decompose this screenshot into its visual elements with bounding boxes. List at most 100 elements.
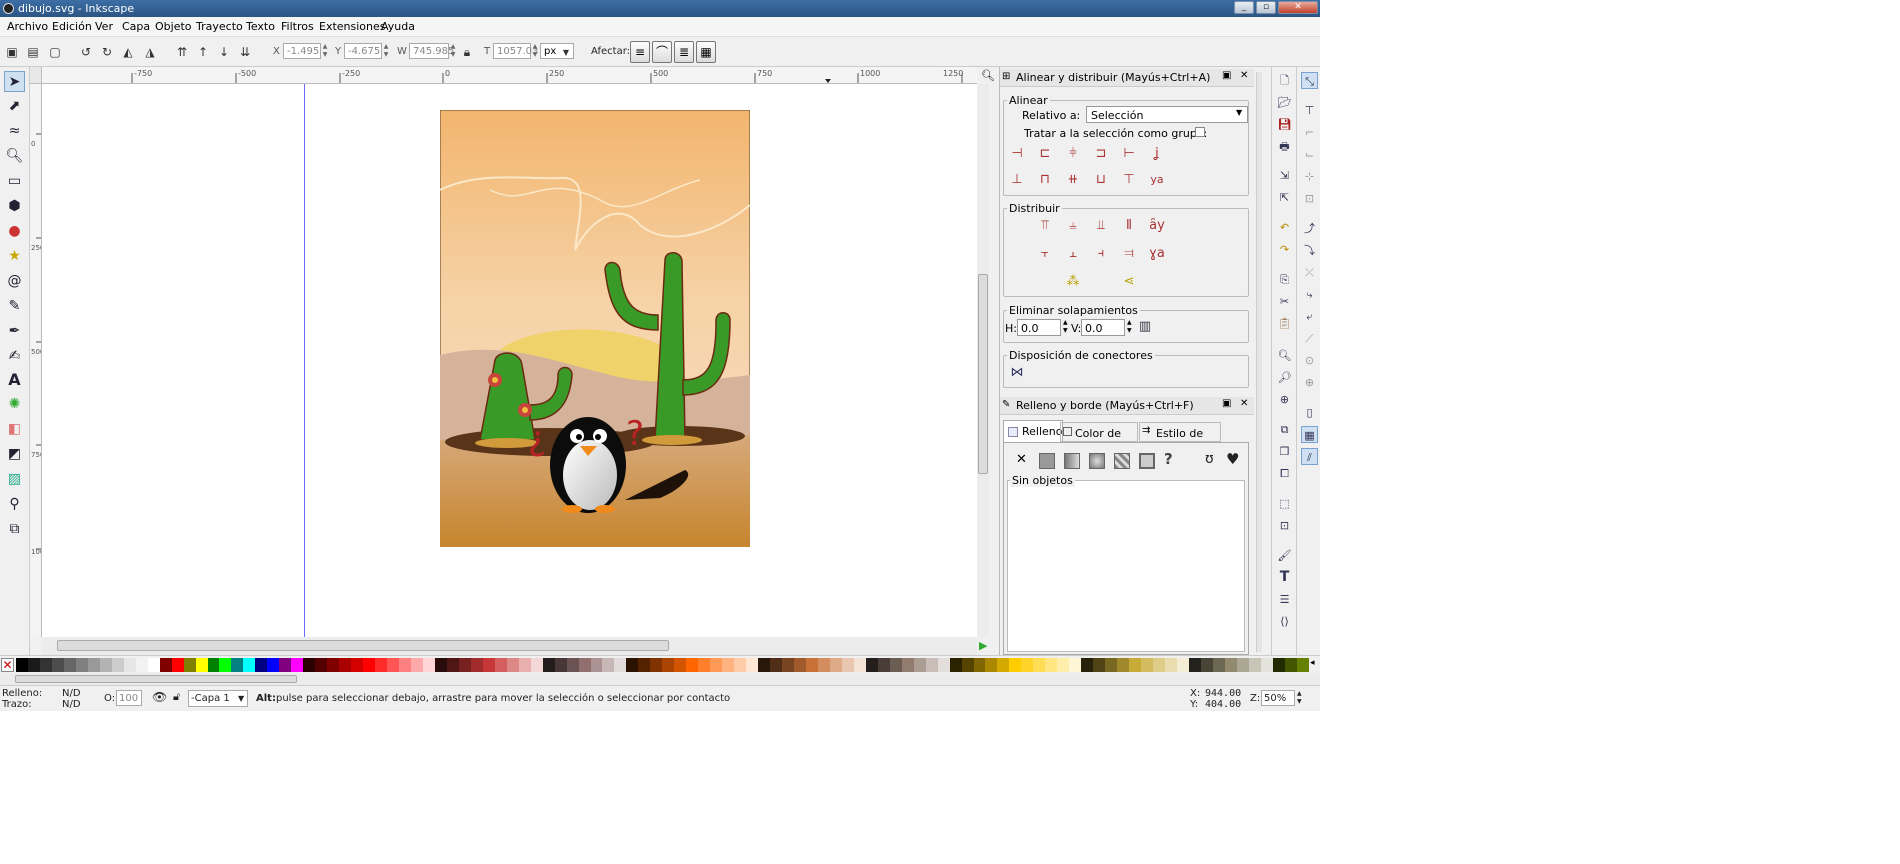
panel-close-icon[interactable]: ✕ xyxy=(1240,398,1248,409)
color-swatch[interactable] xyxy=(171,658,184,672)
chevron-down-icon[interactable]: ▼ xyxy=(560,45,572,59)
align-left-edges-icon[interactable]: ⊏ xyxy=(1034,143,1056,165)
node-tool-icon[interactable]: ⬈ xyxy=(4,96,25,117)
new-document-icon[interactable]: 🗋 xyxy=(1276,72,1293,89)
treat-as-group-checkbox[interactable] xyxy=(1195,127,1205,137)
menu-texto[interactable]: Texto xyxy=(246,20,275,33)
x-spinner[interactable]: ▲ ▼ xyxy=(321,43,329,59)
open-icon[interactable]: 📂︎ xyxy=(1276,94,1293,111)
color-swatch[interactable] xyxy=(255,658,268,672)
color-swatch[interactable] xyxy=(1284,658,1297,672)
menu-ver[interactable]: Ver xyxy=(95,20,113,33)
unset-paint-icon[interactable]: ? xyxy=(1164,450,1173,468)
deselect-icon[interactable]: ▢ xyxy=(47,44,63,60)
height-input[interactable]: 1057.03 xyxy=(493,43,538,59)
color-swatch[interactable] xyxy=(925,658,938,672)
color-swatch[interactable] xyxy=(877,658,890,672)
snap-intersections-icon[interactable]: ⤫ xyxy=(1301,264,1318,281)
no-paint-icon[interactable]: ✕ xyxy=(1016,452,1027,467)
text-font-icon[interactable]: T xyxy=(1276,569,1293,586)
color-swatch[interactable] xyxy=(913,658,926,672)
color-swatch[interactable] xyxy=(494,658,507,672)
no-color-swatch[interactable]: ✕ xyxy=(1,658,14,672)
color-swatch[interactable] xyxy=(243,658,256,672)
color-swatch[interactable] xyxy=(949,658,962,672)
lock-icon[interactable]: 🔒︎ xyxy=(459,44,475,60)
randomize-positions-icon[interactable]: ⁂ xyxy=(1062,271,1084,293)
distribute-gaps-v-icon[interactable]: ⫤ xyxy=(1118,243,1140,265)
flip-vertical-icon[interactable]: ◮ xyxy=(142,44,158,60)
color-swatch[interactable] xyxy=(1224,658,1237,672)
tweak-tool-icon[interactable]: ≈ xyxy=(4,121,25,142)
selector-tool-icon[interactable]: ➤ xyxy=(4,71,25,92)
zoom-selection-icon[interactable]: 🔍︎ xyxy=(1276,347,1293,364)
align-baselines-icon[interactable]: ya xyxy=(1146,169,1168,191)
connector-network-icon[interactable]: ⋈ xyxy=(1006,362,1028,384)
fill-stroke-icon[interactable]: 🖌︎ xyxy=(1276,547,1293,564)
color-managed-icon[interactable]: ▶ xyxy=(979,639,987,652)
color-swatch[interactable] xyxy=(1129,658,1142,672)
eye-icon[interactable]: 👁︎ xyxy=(152,690,167,704)
color-swatch[interactable] xyxy=(530,658,543,672)
color-swatch[interactable] xyxy=(1141,658,1154,672)
color-swatch[interactable] xyxy=(1009,658,1022,672)
align-bottom-edges-icon[interactable]: ⊔ xyxy=(1090,169,1112,191)
desert-illustration[interactable]: ¿ ? xyxy=(440,110,750,547)
remove-overlaps-icon[interactable]: ▥ xyxy=(1134,316,1156,338)
color-swatch[interactable] xyxy=(1033,658,1046,672)
color-swatch[interactable] xyxy=(770,658,782,672)
color-swatch[interactable] xyxy=(1105,658,1118,672)
distribute-centers-h-icon[interactable]: ⫨ xyxy=(1062,215,1084,237)
zoom-page-icon[interactable]: ⊕ xyxy=(1276,391,1293,408)
zoom-drawing-icon[interactable]: 🔎︎ xyxy=(1276,369,1293,386)
snap-midpoints-icon[interactable]: ⟋ xyxy=(1301,330,1318,347)
color-swatch[interactable] xyxy=(578,658,591,672)
lower-icon[interactable]: ↓ xyxy=(216,44,232,60)
color-swatch[interactable] xyxy=(39,658,52,672)
save-icon[interactable]: 💾︎ xyxy=(1276,116,1293,133)
color-swatch[interactable] xyxy=(51,658,64,672)
raise-icon[interactable]: ↑ xyxy=(195,44,211,60)
color-swatch[interactable] xyxy=(698,658,711,672)
palette-menu-icon[interactable]: ◂ xyxy=(1310,658,1315,668)
paste-icon[interactable]: 📋︎ xyxy=(1276,315,1293,332)
color-swatch[interactable] xyxy=(590,658,603,672)
redo-icon[interactable]: ↷ xyxy=(1276,241,1293,258)
spray-tool-icon[interactable]: ✺ xyxy=(4,394,25,415)
color-swatch[interactable] xyxy=(1117,658,1130,672)
align-bottom-to-top-icon[interactable]: ⊥ xyxy=(1006,169,1028,191)
import-icon[interactable]: ⇲ xyxy=(1276,167,1293,184)
color-swatch[interactable] xyxy=(686,658,699,672)
horizontal-scrollbar[interactable]: ▶ xyxy=(42,637,987,655)
color-swatch[interactable] xyxy=(219,658,232,672)
color-swatch[interactable] xyxy=(817,658,830,672)
zoom-spinner[interactable]: ▲ ▼ xyxy=(1297,690,1302,706)
tab-estilo-de-trazo[interactable]: Estilo de trazo xyxy=(1139,422,1221,453)
lock-icon[interactable]: 🔓︎ xyxy=(173,690,180,704)
distribute-baselines-icon[interactable]: ɣa xyxy=(1146,243,1168,265)
snap-enable-icon[interactable]: ⤡ xyxy=(1301,72,1318,89)
snap-bbox-center-icon[interactable]: ⊡ xyxy=(1301,190,1318,207)
color-swatch[interactable] xyxy=(351,658,364,672)
color-swatch[interactable] xyxy=(1069,658,1082,672)
menu-extensiones[interactable]: Extensiones xyxy=(319,20,386,33)
v-gap-spinner[interactable]: ▲ ▼ xyxy=(1127,319,1132,335)
color-swatch[interactable] xyxy=(387,658,399,672)
cut-icon[interactable]: ✂ xyxy=(1276,293,1293,310)
color-swatch[interactable] xyxy=(1081,658,1094,672)
affect-gradients-button[interactable]: ≣ xyxy=(674,41,694,63)
color-swatch[interactable] xyxy=(410,658,423,672)
affect-patterns-button[interactable]: ▦ xyxy=(696,41,716,63)
panel-iconify-icon[interactable]: ▣ xyxy=(1222,70,1231,81)
calligraphy-tool-icon[interactable]: ✍ xyxy=(4,346,25,367)
color-swatch[interactable] xyxy=(267,658,280,672)
rotate-cw-icon[interactable]: ↻ xyxy=(99,44,115,60)
select-all-icon[interactable]: ▣ xyxy=(4,44,20,60)
v-gap-input[interactable]: 0.0 xyxy=(1081,319,1125,336)
snap-cusp-nodes-icon[interactable]: ⤷ xyxy=(1301,286,1318,303)
zoom-corner-icon[interactable]: 🔍︎ xyxy=(981,69,995,82)
color-swatch[interactable] xyxy=(399,658,411,672)
color-swatch[interactable] xyxy=(1176,658,1189,672)
zoom-corner[interactable]: 🔍︎ xyxy=(977,67,999,84)
eraser-tool-icon[interactable]: ◧ xyxy=(4,419,25,440)
